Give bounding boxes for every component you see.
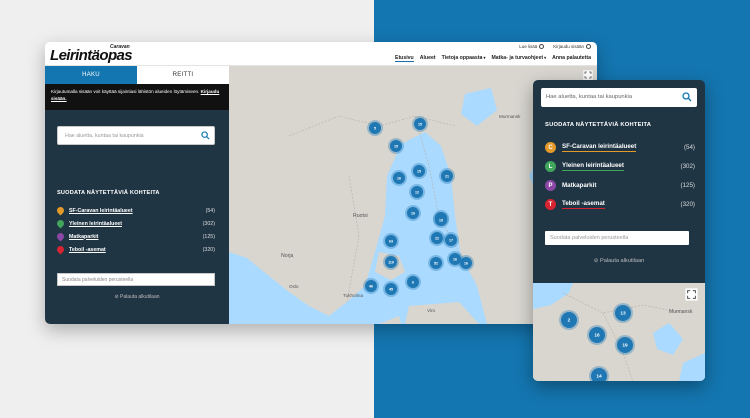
- map-cluster-count: 15: [394, 144, 398, 148]
- fullscreen-icon[interactable]: [685, 288, 698, 301]
- map-cluster-count: 45: [389, 287, 393, 291]
- map-cluster-count: 63: [389, 239, 393, 243]
- main-nav: Etusivu Alueet Tietoja oppaasta▾ Matka- …: [394, 55, 591, 62]
- nav-alueet[interactable]: Alueet: [420, 55, 436, 62]
- site-header: Caravan Leirintäopas Lue lisää Kirjaudu …: [45, 42, 597, 66]
- filter-item-teboil[interactable]: Teboil -asemat (320): [55, 243, 215, 256]
- mobile-filter-matkaparkit[interactable]: P Matkaparkit (125): [545, 176, 695, 195]
- mobile-filter-title: SUODATA NÄYTETTÄVIÄ KOHTEITA: [545, 122, 652, 128]
- mobile-map-cluster-count: 13: [620, 311, 626, 317]
- teboil-icon: T: [545, 199, 556, 210]
- map-cluster-count: 16: [453, 257, 457, 261]
- read-more-link[interactable]: Lue lisää: [519, 44, 545, 49]
- chevron-down-icon: ▾: [544, 55, 547, 60]
- map-cluster-count: 19: [439, 218, 443, 222]
- search-placeholder: Hae aluetta, kuntaa tai kaupunkia: [65, 133, 144, 139]
- mobile-map-cluster-count: 14: [596, 374, 602, 380]
- reset-button[interactable]: ⊘ Palauta alkutilaan: [45, 294, 229, 300]
- mobile-map-cluster-count: 19: [622, 343, 628, 349]
- login-notice: Kirjautumalla sisään voit käyttää sijain…: [45, 84, 229, 110]
- map-label-tukholma: Tukholma: [343, 293, 363, 298]
- nav-matka[interactable]: Matka- ja turvaohjeet▾: [491, 55, 546, 62]
- map-cluster-count: 15: [418, 122, 422, 126]
- mobile-map-cluster-count: 16: [594, 333, 600, 339]
- caravan-pin-icon: [55, 205, 66, 216]
- map-cluster-count: 119: [388, 260, 394, 264]
- mobile-filter-yleinen[interactable]: L Yleinen leirintäalueet (302): [545, 157, 695, 176]
- nav-palaute[interactable]: Anna palautetta: [552, 55, 591, 62]
- fullscreen-icon[interactable]: [583, 70, 593, 80]
- tab-haku[interactable]: HAKU: [45, 66, 137, 84]
- map-label-oslo: Oslo: [289, 284, 299, 289]
- map-cluster-count: 5: [374, 126, 376, 130]
- chevron-down-icon: ▾: [483, 55, 486, 60]
- filter-list: SF-Caravan leirintäalueet (54) Yleinen l…: [55, 204, 215, 256]
- mobile-map-view[interactable]: Murmansk 2 13 16 19 14: [533, 283, 705, 381]
- service-filter-input[interactable]: Suodata palveluiden perusteella: [57, 273, 215, 286]
- map-cluster-count: 16: [411, 211, 415, 215]
- map-label-viro: Viro: [427, 308, 436, 313]
- map-label-norja: Norja: [281, 253, 294, 259]
- service-filter-placeholder: Suodata palveluiden perusteella: [62, 277, 134, 283]
- search-icon[interactable]: [682, 92, 692, 102]
- map-label-ruotsi: Ruotsi: [353, 213, 368, 219]
- caravan-icon: C: [545, 142, 556, 153]
- mobile-map-cluster-count: 2: [568, 318, 571, 324]
- filter-item-matkaparkit[interactable]: Matkaparkit (125): [55, 230, 215, 243]
- search-sidebar: HAKU REITTI Kirjautumalla sisään voit kä…: [45, 66, 229, 324]
- mobile-filter-sf-caravan[interactable]: C SF-Caravan leirintäalueet (54): [545, 138, 695, 157]
- mobile-map-label-murmansk: Murmansk: [669, 309, 693, 315]
- map-cluster-count: 21: [445, 174, 449, 178]
- top-links: Lue lisää Kirjaudu sisään: [519, 44, 591, 49]
- parking-pin-icon: [55, 231, 66, 242]
- map-cluster-count: 17: [449, 238, 453, 242]
- login-link[interactable]: Kirjaudu sisään: [553, 44, 591, 49]
- search-input[interactable]: Hae aluetta, kuntaa tai kaupunkia: [57, 126, 215, 145]
- mobile-search-placeholder: Hae aluetta, kuntaa tai kaupunkia: [546, 94, 633, 100]
- mobile-filter-teboil[interactable]: T Teboil -asemat (320): [545, 195, 695, 214]
- map-cluster-count: 12: [415, 190, 419, 194]
- nav-etusivu[interactable]: Etusivu: [394, 55, 414, 62]
- mobile-service-filter-input[interactable]: Suodata palveluiden perusteella: [545, 231, 689, 245]
- campground-icon: L: [545, 161, 556, 172]
- map-cluster-count: 22: [435, 236, 439, 240]
- desktop-window: Caravan Leirintäopas Lue lisää Kirjaudu …: [45, 42, 597, 324]
- mobile-search-input[interactable]: Hae aluetta, kuntaa tai kaupunkia: [541, 88, 697, 107]
- nav-tietoja[interactable]: Tietoja oppaasta▾: [442, 55, 486, 62]
- filter-item-sf-caravan[interactable]: SF-Caravan leirintäalueet (54): [55, 204, 215, 217]
- site-logo[interactable]: Caravan Leirintäopas: [50, 44, 138, 64]
- tab-reitti[interactable]: REITTI: [137, 66, 229, 84]
- filter-item-yleinen[interactable]: Yleinen leirintäalueet (302): [55, 217, 215, 230]
- mobile-map-canvas[interactable]: Murmansk 2 13 16 19 14: [533, 283, 705, 381]
- plus-circle-icon: [539, 44, 545, 49]
- map-label-murmansk: Murmansk: [499, 114, 521, 119]
- mobile-service-placeholder: Suodata palveluiden perusteella: [550, 235, 629, 241]
- search-icon[interactable]: [201, 131, 210, 140]
- user-icon: [586, 44, 591, 49]
- logo-big-text: Leirintäopas: [50, 47, 133, 64]
- map-cluster-count: 46: [369, 284, 373, 288]
- mobile-filter-list: C SF-Caravan leirintäalueet (54) L Ylein…: [545, 138, 695, 214]
- teboil-pin-icon: [55, 244, 66, 255]
- map-cluster-count: 16: [464, 261, 468, 265]
- parking-icon: P: [545, 180, 556, 191]
- map-cluster-count: 52: [434, 261, 438, 265]
- mobile-window: Hae aluetta, kuntaa tai kaupunkia SUODAT…: [533, 80, 705, 381]
- sidebar-tabs: HAKU REITTI: [45, 66, 229, 84]
- filter-title: SUODATA NÄYTETTÄVIÄ KOHTEITA: [57, 190, 160, 196]
- map-cluster-count: 6: [412, 280, 414, 284]
- mobile-reset-button[interactable]: ⊘ Palauta alkutilaan: [533, 258, 705, 264]
- map-cluster-count: 15: [417, 169, 421, 173]
- map-cluster-count: 16: [397, 176, 401, 180]
- campground-pin-icon: [55, 218, 66, 229]
